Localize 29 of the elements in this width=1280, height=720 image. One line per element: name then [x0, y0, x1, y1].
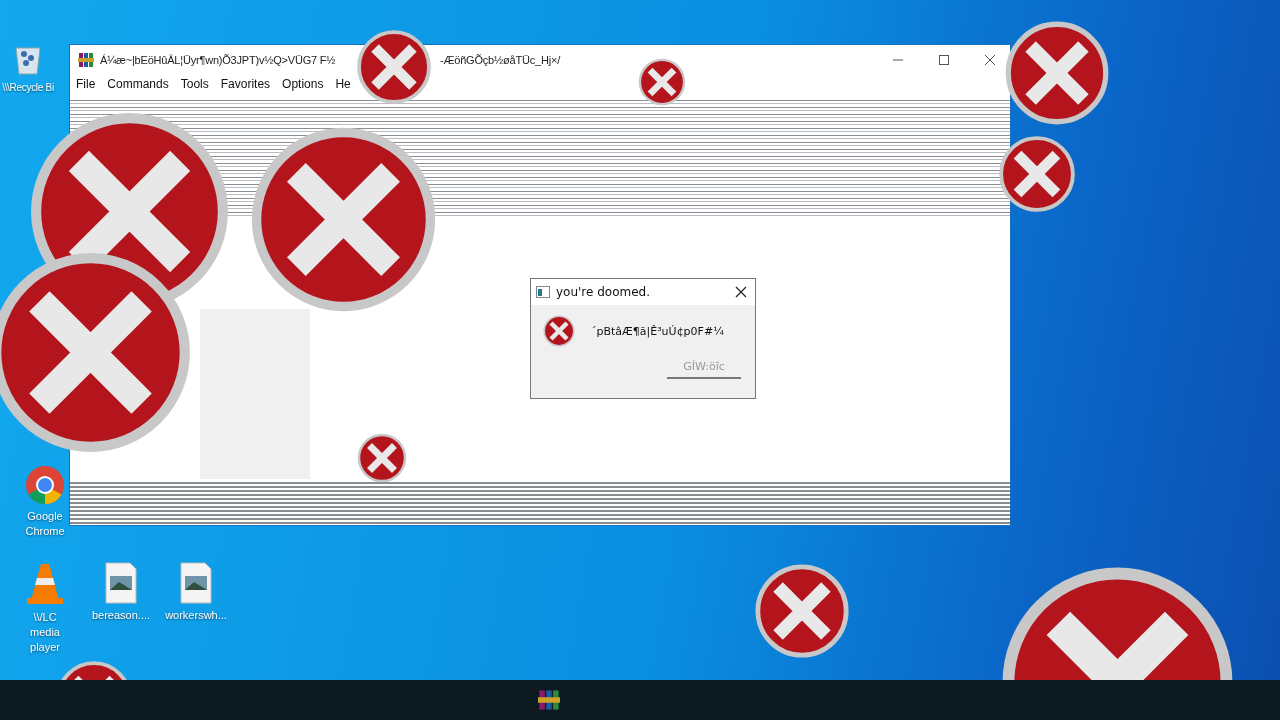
dialog-title: you're doomed.: [556, 285, 651, 299]
close-icon[interactable]: [735, 286, 747, 298]
menu-item[interactable]: He: [335, 77, 351, 95]
error-icon: [754, 563, 850, 659]
menu-item[interactable]: Favorites: [220, 77, 271, 95]
books-icon: [78, 52, 94, 68]
error-icon: [356, 29, 432, 105]
error-icon: [357, 433, 407, 483]
image-file-icon[interactable]: [180, 562, 212, 604]
image-file-icon[interactable]: [105, 562, 137, 604]
error-icon: [0, 250, 193, 455]
window-title: -ÆöñGÕçb½øåTÜc_Hj×/: [440, 54, 560, 66]
error-icon: [249, 125, 438, 314]
maximize-icon[interactable]: [938, 54, 950, 66]
error-icon: [998, 135, 1076, 213]
dialog-message: ´pBtâÆ¶ã|Ê³uÚ¢p0F#¼: [591, 324, 724, 338]
error-icon: [543, 315, 575, 347]
menu-item[interactable]: File: [76, 77, 96, 95]
menu-item[interactable]: Commands: [107, 77, 169, 95]
close-icon[interactable]: [984, 54, 996, 66]
window-title: Á¼æ~|bEöHûÂL¦Üyr¶wn)Õ3JPT)v½Q>VÜG7 F½: [100, 54, 337, 66]
error-icon: [638, 58, 686, 106]
menu-item[interactable]: Tools: [180, 77, 209, 95]
error-icon: [1004, 20, 1110, 126]
chrome-icon[interactable]: [25, 465, 65, 505]
books-icon[interactable]: [538, 689, 560, 711]
menu-item[interactable]: Options: [282, 77, 324, 95]
traffic-cone-icon[interactable]: [25, 562, 65, 606]
window-icon: [536, 286, 550, 298]
